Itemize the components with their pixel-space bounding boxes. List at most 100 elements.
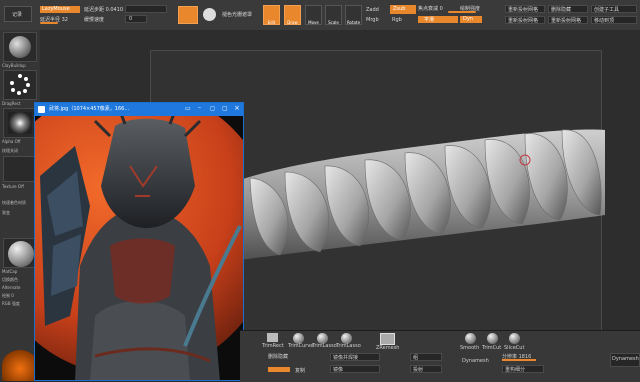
trimlasso-label: TrimLasso	[312, 343, 337, 349]
move-button[interactable]: Move	[305, 5, 322, 25]
lazy-radius-fill	[40, 22, 58, 24]
reconstruct-subdiv-label: 重构细分	[505, 367, 526, 373]
lazy-speed-field[interactable]	[125, 5, 167, 13]
move-to-top-button[interactable]: 移动到顶	[591, 16, 637, 24]
alpha-thumbnail[interactable]	[3, 108, 37, 138]
trimlasso-button[interactable]: TrimLasso	[312, 333, 337, 349]
viewer-pin-icon[interactable]: ▭	[185, 105, 191, 112]
viewer-title-text: 武将.jpg（1074×457像素，166...	[49, 106, 130, 112]
zsub-button[interactable]: Zsub	[390, 5, 416, 14]
color-picker[interactable]	[2, 350, 38, 381]
lazy-speed-slider[interactable]: 缓慢速度	[84, 16, 104, 23]
project-mesh-label-3: 重新投射网格	[551, 18, 582, 24]
scale-label: Scale	[328, 20, 339, 25]
draw-button[interactable]: Draw	[284, 5, 301, 25]
smooth-mode-button[interactable]: 平滑	[418, 16, 458, 23]
lazymouse-label: LazyMouse	[42, 6, 70, 12]
zadd-button[interactable]: Zadd	[366, 7, 379, 13]
group-split-button[interactable]: 组	[410, 353, 442, 361]
record-button[interactable]: 记录	[4, 6, 32, 22]
reconstruct-subdiv-button[interactable]: 重构细分	[502, 365, 544, 373]
mirror-weld-label: 镜像并焊接	[333, 355, 359, 361]
switch-color-label: 切换颜色	[2, 277, 18, 282]
project-mesh-button-1[interactable]: 重新投射网格	[505, 5, 545, 13]
move-to-top-label: 移动到顶	[594, 18, 615, 24]
dynamesh-button-right[interactable]: Dynamesh	[610, 353, 640, 367]
alpha-label: Alpha Off	[2, 139, 21, 144]
focal-shift-slider[interactable]: 焦点衰减 0	[418, 5, 443, 12]
trimcurve-button[interactable]: TrimCurve	[288, 333, 314, 349]
trimrect-button[interactable]: TrimRect	[262, 333, 284, 349]
trimcut-label: TrimCut	[482, 345, 502, 351]
smooth-brush-button[interactable]: Smooth	[460, 333, 482, 351]
viewer-minimize-icon[interactable]: –	[198, 104, 201, 111]
spotlight-label: 褪色光栅遮罩	[222, 12, 253, 18]
slicecut-button[interactable]: SliceCut	[504, 333, 526, 351]
texture-thumbnail[interactable]	[3, 156, 37, 182]
delete-hidden-button[interactable]: 删除隐藏	[548, 5, 588, 13]
material-label: 快速着色材质	[2, 200, 26, 205]
viewer-settings-icon[interactable]: ◻	[210, 105, 215, 112]
draw-label-tray: 绘制 0	[2, 293, 14, 298]
dynamesh-toggle[interactable]: Dynamesh	[462, 358, 489, 364]
mirror-label: 镜像	[333, 367, 344, 373]
resolution-fill	[502, 359, 536, 361]
rotate-button[interactable]: Rotate	[345, 5, 362, 25]
trimcurve-label: TrimCurve	[288, 343, 314, 349]
matcap-label: MatCap	[2, 269, 18, 274]
scale-button[interactable]: Scale	[325, 5, 342, 25]
trimcut-button[interactable]: TrimCut	[482, 333, 504, 351]
project-mesh-label-2: 重新投射网格	[508, 18, 539, 24]
group-split-label: 组	[413, 355, 419, 361]
project-mesh-button-3[interactable]: 重新投射网格	[548, 16, 588, 24]
bottom-shelf: TrimRect TrimCurve TrimLasso TrimLasso Z…	[240, 330, 640, 382]
spotlight-icon[interactable]	[203, 8, 216, 21]
trimlasso-label-2: TrimLasso	[336, 343, 361, 349]
dyn-label: Dyn	[463, 16, 473, 22]
viewer-close-icon[interactable]: ×	[234, 104, 240, 112]
smooth-brush-icon	[465, 333, 476, 344]
mirror-weld-button[interactable]: 镜像并焊接	[330, 353, 380, 361]
delete-hidden-bottom[interactable]: 删除隐藏	[268, 353, 288, 360]
rgb-button[interactable]: Rgb	[392, 17, 402, 23]
lazymouse-button[interactable]: LazyMouse	[40, 6, 80, 13]
edit-label: Edit	[267, 20, 276, 25]
create-subtool-button[interactable]: 创建子工具	[591, 5, 637, 13]
texture-label: Texture Off	[2, 184, 24, 189]
brush-thumbnail[interactable]	[3, 32, 37, 62]
copy-button-bottom[interactable]: 复制	[295, 367, 305, 374]
lazy-step-slider[interactable]: 延迟步距 0.0410	[84, 6, 123, 13]
project-button[interactable]: 投射	[410, 365, 442, 373]
project-mesh-button-2[interactable]: 重新投射网格	[505, 16, 545, 24]
clay-brush-icon	[9, 36, 31, 58]
viewer-restore-icon[interactable]: ▢	[222, 105, 228, 112]
mrgb-button[interactable]: Mrgb	[366, 17, 379, 23]
mirror-button[interactable]: 镜像	[330, 365, 380, 373]
twisted-rope-mesh[interactable]	[240, 120, 605, 270]
texture-off-label: 纹理关闭	[2, 148, 18, 153]
trimlasso-button-2[interactable]: TrimLasso	[336, 333, 361, 349]
warrior-artwork-image	[35, 116, 243, 380]
edit-button[interactable]: Edit	[263, 5, 280, 25]
dots-stroke-icon	[10, 74, 30, 95]
zremesh-button[interactable]: ZRemesh	[376, 333, 399, 351]
trimrect-icon	[267, 333, 278, 342]
dynamesh-right-label: Dynamesh	[612, 356, 639, 362]
rgb-intensity-label: RGB 强度	[2, 301, 20, 306]
quick-sketch-button[interactable]	[178, 6, 198, 24]
trimrect-label: TrimRect	[262, 343, 284, 349]
slicecut-icon	[509, 333, 520, 344]
project-label: 投射	[413, 367, 424, 373]
stroke-thumbnail[interactable]	[3, 70, 37, 100]
dyn-button[interactable]: Dyn	[460, 16, 482, 23]
smooth-brush-label: Smooth	[460, 345, 480, 351]
top-toolbar: 记录 LazyMouse 延迟步距 0.0410 延迟半径 32 缓慢速度 0 …	[0, 0, 640, 31]
lazy-value-label: 0	[129, 16, 133, 22]
smooth-mode-label: 平滑	[424, 17, 435, 23]
trimcut-icon	[487, 333, 498, 344]
draw-size-slider[interactable]: 绘制强度	[460, 5, 480, 12]
material-thumbnail[interactable]	[3, 238, 37, 268]
lazy-value-field[interactable]: 0	[125, 15, 147, 23]
image-viewer-window[interactable]: 武将.jpg（1074×457像素，166... ▭ – ◻ ▢ ×	[34, 102, 244, 381]
gradient-label: 渐变	[2, 210, 10, 215]
